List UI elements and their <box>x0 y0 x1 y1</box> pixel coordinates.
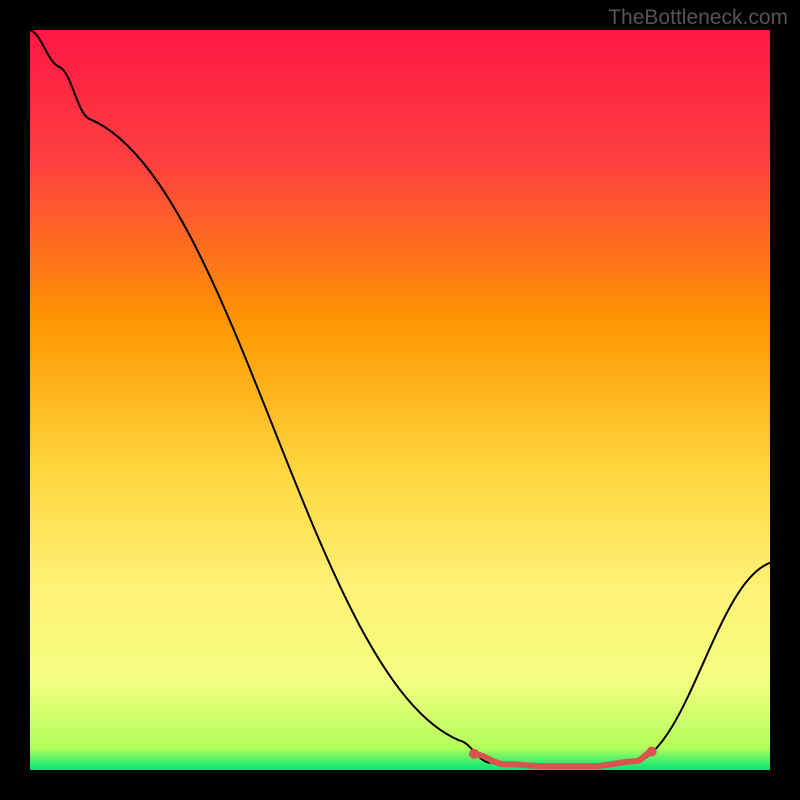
highlight-endpoint <box>469 749 479 759</box>
chart-area <box>30 30 770 770</box>
highlight-endpoint <box>647 747 657 757</box>
bottleneck-chart <box>30 30 770 770</box>
attribution-text: TheBottleneck.com <box>608 6 788 30</box>
gradient-background <box>30 30 770 770</box>
